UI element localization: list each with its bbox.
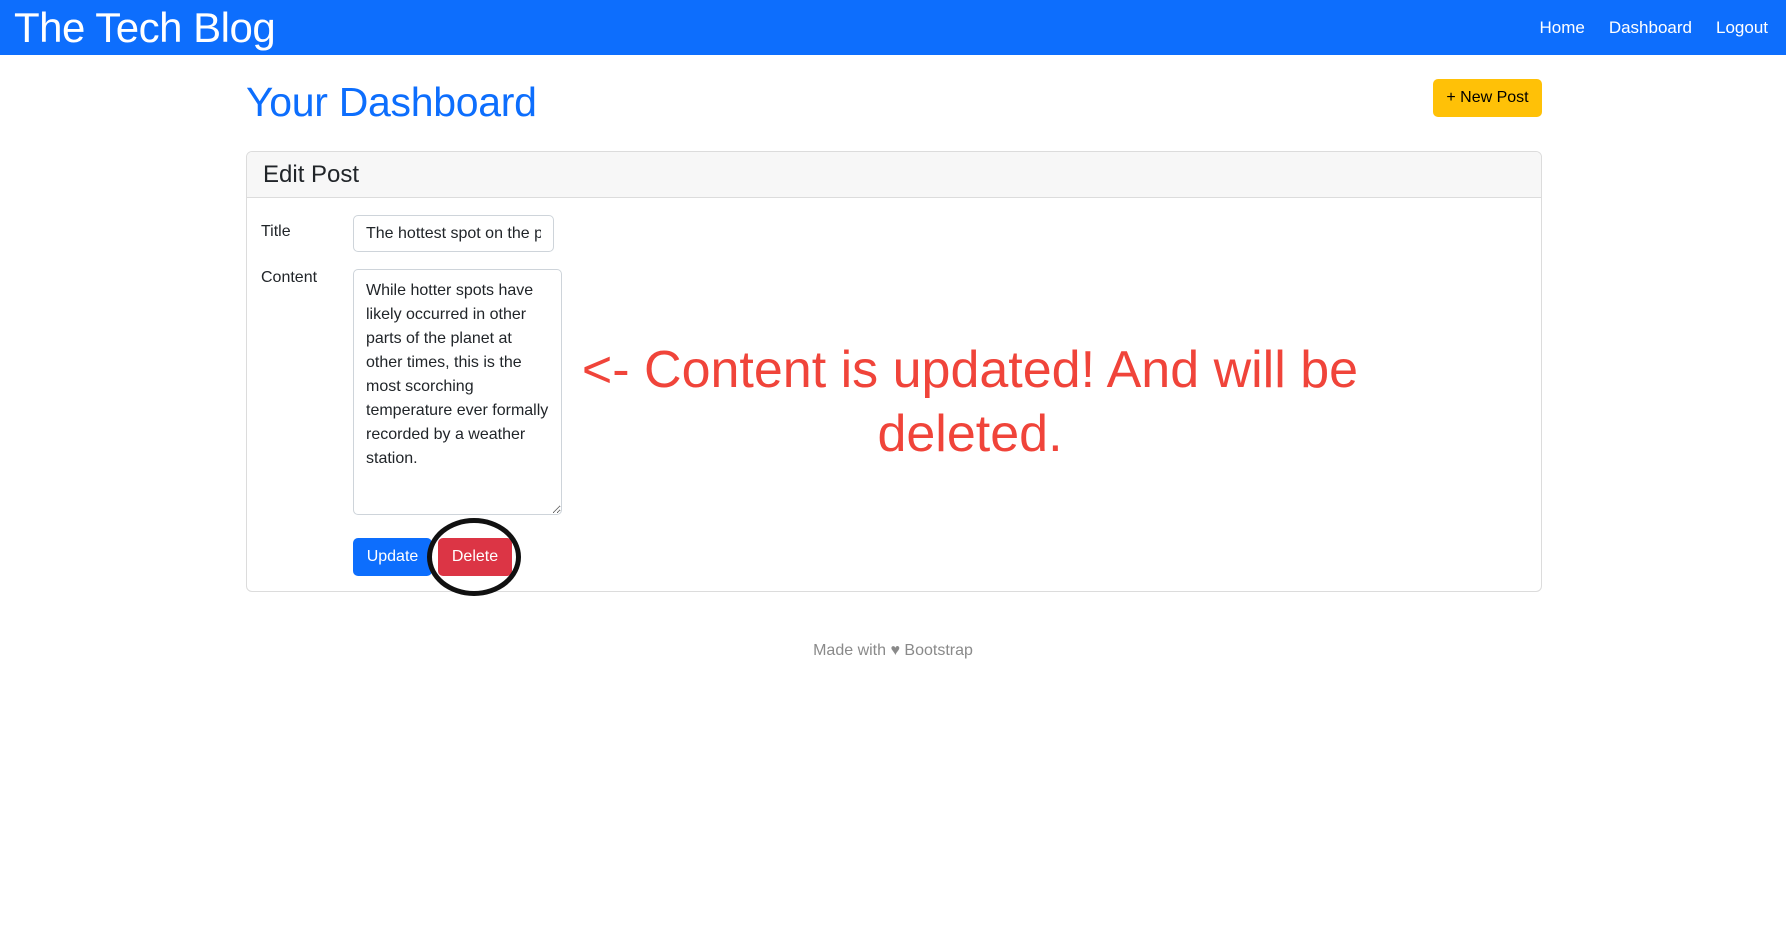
brand-title[interactable]: The Tech Blog — [14, 4, 276, 52]
content-label: Content — [261, 269, 318, 286]
annotation-note: <- Content is updated! And will be delet… — [581, 341, 1359, 463]
title-label: Title — [261, 223, 291, 240]
nav-links: Home Dashboard Logout — [1515, 0, 1768, 55]
update-button[interactable]: Update — [353, 538, 432, 576]
card-header: Edit Post — [247, 152, 1541, 198]
footer: Made with ♥ Bootstrap — [0, 642, 1786, 660]
delete-button[interactable]: Delete — [438, 538, 512, 576]
heart-icon: ♥ — [890, 642, 900, 659]
title-input[interactable] — [353, 215, 554, 252]
top-navbar: The Tech Blog Home Dashboard Logout — [0, 0, 1786, 55]
footer-prefix: Made with — [813, 642, 887, 659]
new-post-button[interactable]: + New Post — [1433, 79, 1542, 117]
page-title: Your Dashboard — [246, 79, 537, 125]
nav-link-logout[interactable]: Logout — [1716, 18, 1768, 38]
content-textarea[interactable]: While hotter spots have likely occurred … — [353, 269, 562, 515]
nav-link-home[interactable]: Home — [1539, 18, 1584, 38]
nav-link-dashboard[interactable]: Dashboard — [1609, 18, 1692, 38]
footer-bootstrap: Bootstrap — [904, 642, 973, 659]
